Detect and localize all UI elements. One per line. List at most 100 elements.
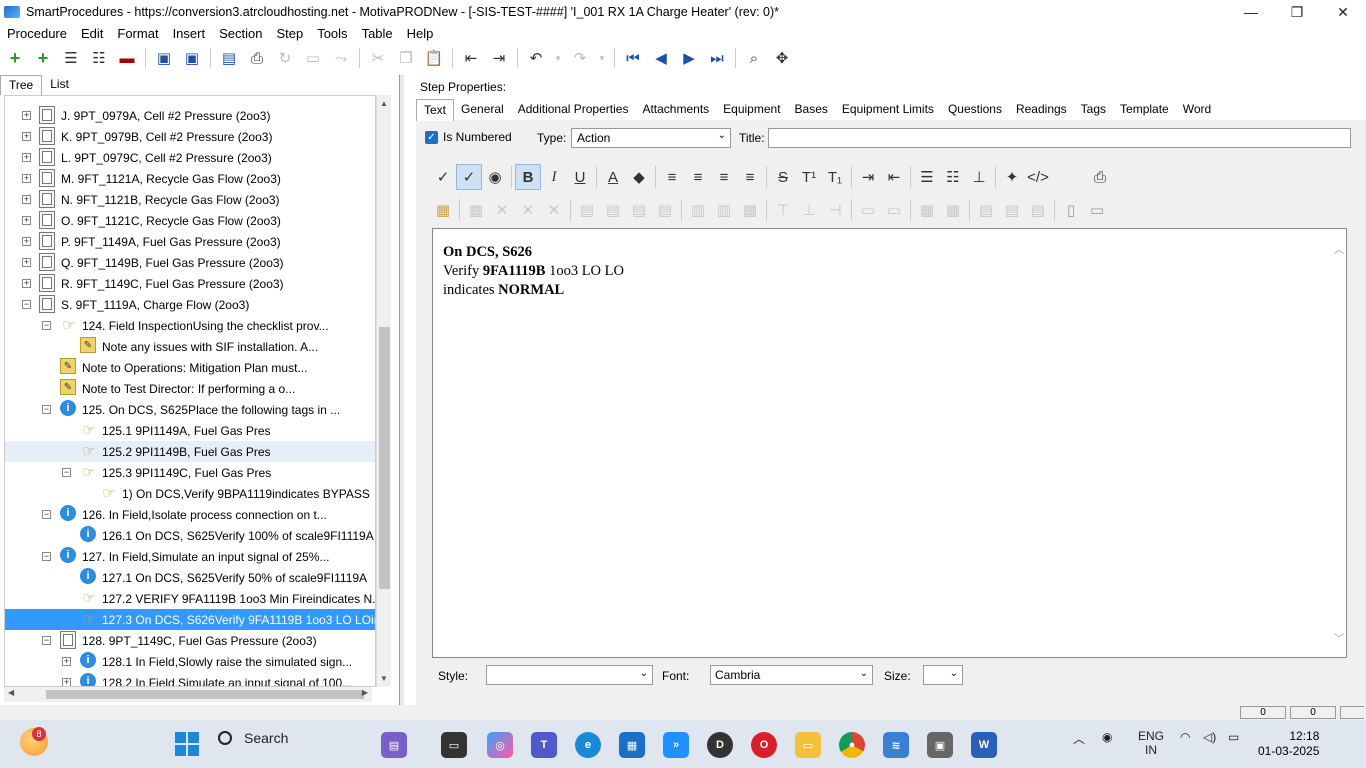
add-substep-icon[interactable]: + (32, 47, 54, 69)
spellcheck-icon[interactable]: ✓ (430, 164, 456, 190)
col-edit-icon[interactable]: ▤ (626, 197, 652, 223)
tree-row[interactable]: + L. 9PT_0979C, Cell #2 Pressure (2oo3) (5, 147, 375, 168)
tab-tree[interactable]: Tree (0, 75, 43, 95)
paste-icon[interactable]: 📋 (423, 47, 445, 69)
editor-content[interactable]: On DCS, S626 Verify 9FA1119B 1oo3 LO LO … (443, 243, 624, 300)
is-numbered-checkbox[interactable]: ✓ Is Numbered (425, 130, 512, 144)
wifi-icon[interactable]: ◠ (1180, 730, 1190, 744)
indent-left-icon[interactable]: ⇤ (881, 164, 907, 190)
add-step-icon[interactable]: + (4, 47, 26, 69)
tab-bases[interactable]: Bases (788, 99, 835, 121)
refresh-icon[interactable]: ↻ (274, 47, 296, 69)
task-view-icon[interactable]: ▭ (441, 732, 467, 758)
save-icon[interactable]: ▣ (181, 47, 203, 69)
delete-row-icon[interactable]: ⊣ (822, 197, 848, 223)
outdent-icon[interactable]: ⇤ (460, 47, 482, 69)
word-icon[interactable]: W (971, 732, 997, 758)
title-input[interactable] (768, 128, 1351, 148)
undo-icon[interactable]: ↶ (525, 47, 547, 69)
collapse-icon[interactable]: − (42, 321, 51, 330)
menu-edit[interactable]: Edit (74, 26, 110, 41)
link-icon[interactable]: ⤳ (330, 47, 352, 69)
indent-right-icon[interactable]: ⇥ (855, 164, 881, 190)
column-width-icon[interactable]: ▯ (1058, 197, 1084, 223)
tab-equipment-limits[interactable]: Equipment Limits (835, 99, 941, 121)
copilot-icon[interactable]: ◎ (487, 732, 513, 758)
collapse-icon[interactable]: − (42, 552, 51, 561)
menu-table[interactable]: Table (355, 26, 400, 41)
tree-row[interactable]: + i 128.1 In Field,Slowly raise the simula… (5, 651, 375, 672)
tree-row[interactable]: + J. 9PT_0979A, Cell #2 Pressure (2oo3) (5, 105, 375, 126)
tab-general[interactable]: General (454, 99, 511, 121)
tree-row[interactable]: − ☞ 125.3 9PI1149C, Fuel Gas Pres (5, 462, 375, 483)
html-source-icon[interactable]: </> (1025, 164, 1051, 190)
type-select[interactable]: Action ⌄ (571, 128, 731, 148)
menu-format[interactable]: Format (110, 26, 165, 41)
network-status-icon[interactable]: ◉ (1102, 730, 1112, 744)
cell-icon[interactable]: ✕ (489, 197, 515, 223)
tree-row[interactable]: − ☞ 124. Field InspectionUsing the checkli… (5, 315, 375, 336)
align-top-icon[interactable]: ▤ (973, 197, 999, 223)
row-above-icon[interactable]: ⊤ (770, 197, 796, 223)
style-select[interactable]: ⌄ (486, 665, 653, 685)
color-wheel-icon[interactable]: ◉ (482, 164, 508, 190)
row-edit-icon[interactable]: ▤ (600, 197, 626, 223)
minimize-button[interactable]: — (1228, 0, 1274, 24)
highlight-icon[interactable]: ◆ (626, 164, 652, 190)
search-box[interactable]: Search (218, 730, 288, 746)
italic-icon[interactable]: I (541, 164, 567, 190)
underline-icon[interactable]: U (567, 164, 593, 190)
step-text-editor[interactable]: On DCS, S626 Verify 9FA1119B 1oo3 LO LO … (432, 228, 1347, 658)
tree-row[interactable]: − S. 9FT_1119A, Charge Flow (2oo3) (5, 294, 375, 315)
tree-vertical-scrollbar[interactable]: ▲ ▼ (376, 95, 391, 687)
align-left-icon[interactable]: ≡ (659, 164, 685, 190)
tree-row[interactable]: ☞ 127.2 VERIFY 9FA1119B 1oo3 Min Fireindi… (5, 588, 375, 609)
tree-row[interactable]: ✎ Note to Test Director: If performing a … (5, 378, 375, 399)
expand-icon[interactable]: + (22, 132, 31, 141)
tab-equipment[interactable]: Equipment (716, 99, 787, 121)
find-icon[interactable]: ⌕ (743, 47, 765, 69)
bullet-list-icon[interactable]: ☰ (914, 164, 940, 190)
copy-icon[interactable]: ❐ (395, 47, 417, 69)
volume-icon[interactable]: ◁) (1203, 730, 1216, 744)
align-center-icon[interactable]: ≡ (685, 164, 711, 190)
menu-tools[interactable]: Tools (310, 26, 354, 41)
indent-icon[interactable]: ⇥ (488, 47, 510, 69)
expand-icon[interactable]: + (62, 657, 71, 666)
scroll-thumb[interactable] (379, 327, 390, 589)
tab-list[interactable]: List (42, 75, 77, 95)
print-icon[interactable]: ⎙ (246, 47, 268, 69)
insert-table-icon[interactable]: ▦ (430, 197, 456, 223)
redo-dropdown-icon[interactable]: ▾ (597, 47, 607, 69)
widgets-icon[interactable]: ▤ (381, 732, 407, 758)
tree-row[interactable]: + R. 9FT_1149C, Fuel Gas Pressure (2oo3) (5, 273, 375, 294)
clock[interactable]: 12:18 01-03-2025 (1258, 729, 1319, 759)
panel-splitter[interactable] (399, 75, 404, 707)
tree-row[interactable]: i 127.1 On DCS, S625Verify 50% of scale9F… (5, 567, 375, 588)
spellcheck-auto-icon[interactable]: ✓ (456, 164, 482, 190)
tab-readings[interactable]: Readings (1009, 99, 1074, 121)
expand-icon[interactable]: + (22, 174, 31, 183)
expand-icon[interactable]: + (22, 111, 31, 120)
tab-tags[interactable]: Tags (1074, 99, 1113, 121)
split-icon[interactable]: ✕ (541, 197, 567, 223)
redo-icon[interactable]: ↷ (569, 47, 591, 69)
tree-row[interactable]: + P. 9FT_1149A, Fuel Gas Pressure (2oo3) (5, 231, 375, 252)
tree-row[interactable]: ✎ Note any issues with SIF installation. … (5, 336, 375, 357)
printer-icon[interactable]: ⎙ (1087, 164, 1113, 190)
collapse-icon[interactable]: − (42, 636, 51, 645)
menu-help[interactable]: Help (400, 26, 441, 41)
strikethrough-icon[interactable]: S (770, 164, 796, 190)
horizontal-rule-icon[interactable]: ⊥ (966, 164, 992, 190)
opera-icon[interactable]: O (751, 732, 777, 758)
tree-row[interactable]: + M. 9FT_1121A, Recycle Gas Flow (2oo3) (5, 168, 375, 189)
align-middle-icon[interactable]: ▤ (999, 197, 1025, 223)
tab-attachments[interactable]: Attachments (635, 99, 716, 121)
tree-row[interactable]: − i 126. In Field,Isolate process connecti… (5, 504, 375, 525)
collapse-icon[interactable]: − (22, 300, 31, 309)
font-select[interactable]: Cambria ⌄ (710, 665, 873, 685)
tree-row[interactable]: ☞ 125.2 9PI1149B, Fuel Gas Pres (5, 441, 375, 462)
next-icon[interactable]: ▶ (678, 47, 700, 69)
publish-icon[interactable]: ▤ (218, 47, 240, 69)
font-color-icon[interactable]: A (600, 164, 626, 190)
